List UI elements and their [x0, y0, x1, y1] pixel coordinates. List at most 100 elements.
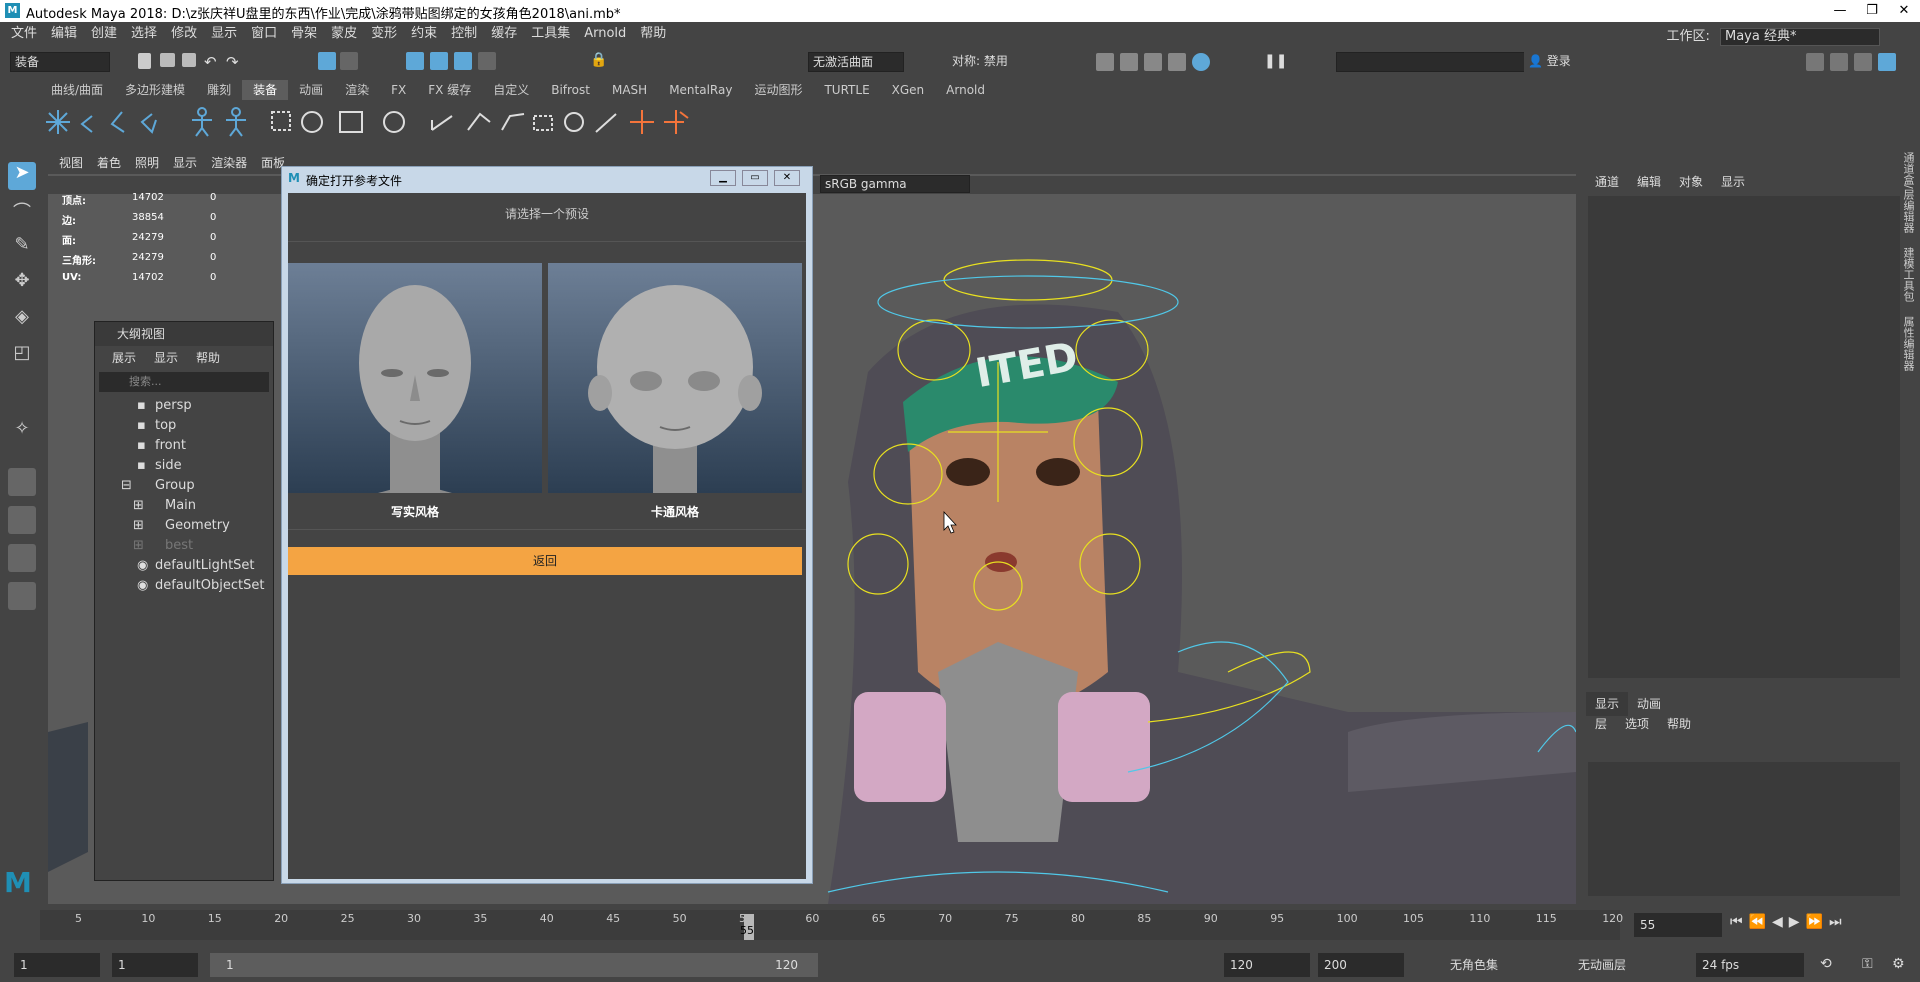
pause-icon[interactable]: ❚❚ — [1264, 53, 1287, 71]
outliner-node-best[interactable]: best — [165, 538, 193, 553]
menu-help[interactable]: 帮助 — [633, 22, 673, 46]
shelf-tab-rendering[interactable]: 渲染 — [334, 80, 380, 100]
menu-constrain[interactable]: 约束 — [404, 22, 444, 46]
outliner-node-default-object-set[interactable]: defaultObjectSet — [155, 578, 264, 593]
command-input[interactable] — [1336, 52, 1532, 72]
modeling-toolkit-icon[interactable] — [1806, 53, 1824, 71]
layer-menu-layers[interactable]: 层 — [1586, 712, 1616, 736]
color-space-dropdown[interactable]: sRGB gamma — [820, 175, 970, 193]
expand-icon[interactable]: ⊞ — [133, 538, 144, 553]
persp-outliner-layout-icon[interactable] — [8, 582, 36, 610]
outliner-node-front[interactable]: front — [155, 438, 186, 453]
viewport-menu-show[interactable]: 显示 — [166, 152, 204, 174]
cartoon-preset-thumbnail[interactable] — [548, 263, 802, 493]
maximize-button[interactable]: ❐ — [1854, 1, 1890, 21]
menu-windows[interactable]: 窗口 — [244, 22, 284, 46]
auto-key-icon[interactable]: ⚿ — [1862, 956, 1873, 972]
dialog-minimize-button[interactable]: ▁ — [710, 170, 736, 186]
select-by-object-icon[interactable] — [340, 52, 358, 70]
workspace-dropdown[interactable]: Maya 经典* — [1720, 27, 1880, 46]
back-button[interactable]: 返回 — [288, 547, 802, 575]
login-dropdown[interactable]: 👤 登录 — [1524, 52, 1644, 72]
layer-menu-options[interactable]: 选项 — [1616, 712, 1658, 736]
playback-buttons[interactable]: ⏮⏪◀▶⏩⏭ — [1730, 914, 1848, 930]
menu-select[interactable]: 选择 — [124, 22, 164, 46]
channel-menu-show[interactable]: 显示 — [1712, 170, 1754, 194]
layer-menu-help[interactable]: 帮助 — [1658, 712, 1700, 736]
outliner-node-side[interactable]: side — [155, 458, 182, 473]
menu-display[interactable]: 显示 — [204, 22, 244, 46]
menu-create[interactable]: 创建 — [84, 22, 124, 46]
shelf-tab-xgen[interactable]: XGen — [881, 80, 936, 100]
open-scene-icon[interactable] — [160, 53, 175, 67]
menu-cache[interactable]: 缓存 — [484, 22, 524, 46]
menu-deform[interactable]: 变形 — [364, 22, 404, 46]
close-button[interactable]: ✕ — [1886, 1, 1920, 21]
realistic-preset-thumbnail[interactable] — [288, 263, 542, 493]
select-tool-icon[interactable]: ➤ — [8, 162, 36, 190]
preferences-icon[interactable]: ⚙ — [1892, 956, 1905, 972]
ipr-render-icon[interactable] — [1144, 53, 1162, 71]
shelf-tab-custom[interactable]: 自定义 — [482, 80, 540, 100]
expand-icon[interactable]: ⊞ — [133, 498, 144, 513]
playback-end-field[interactable]: 120 — [1224, 953, 1310, 977]
last-tool-icon[interactable]: ✧ — [8, 418, 36, 446]
outliner-node-top[interactable]: top — [155, 418, 176, 433]
outliner-menu-help[interactable]: 帮助 — [187, 346, 229, 370]
snap-grid-icon[interactable] — [406, 52, 424, 70]
shelf-tab-bifrost[interactable]: Bifrost — [540, 80, 601, 100]
shelf-tab-arnold[interactable]: Arnold — [935, 80, 996, 100]
symmetry-dropdown[interactable]: 对称: 禁用 — [948, 52, 1048, 72]
render-settings-icon[interactable] — [1168, 53, 1186, 71]
channel-menu-object[interactable]: 对象 — [1670, 170, 1712, 194]
live-surface-field[interactable]: 无激活曲面 — [808, 52, 904, 72]
channel-box-icon[interactable] — [1878, 53, 1896, 71]
expand-icon[interactable]: ⊞ — [133, 518, 144, 533]
viewport-menu-renderer[interactable]: 渲染器 — [204, 152, 254, 174]
viewport-menu-shading[interactable]: 着色 — [90, 152, 128, 174]
fps-dropdown[interactable]: 24 fps — [1696, 953, 1804, 977]
anim-layer-dropdown[interactable]: 无动画层 — [1572, 953, 1672, 977]
menu-skeleton[interactable]: 骨架 — [284, 22, 324, 46]
lock-icon[interactable]: 🔒 — [590, 52, 608, 70]
realistic-preset-label[interactable]: 写实风格 — [288, 503, 542, 520]
time-slider[interactable]: 5 10 15 20 25 30 35 40 45 50 55 60 65 70 75 80 85 90 95 100… — [40, 910, 1623, 940]
redo-icon[interactable]: ↷ — [226, 53, 244, 71]
channel-menu-channels[interactable]: 通道 — [1586, 170, 1628, 194]
snap-view-plane-icon[interactable] — [478, 52, 496, 70]
paint-select-icon[interactable]: ✎ — [8, 234, 36, 262]
scene-start-field[interactable]: 1 — [14, 953, 100, 977]
character-set-dropdown[interactable]: 无角色集 — [1444, 953, 1544, 977]
menu-arnold[interactable]: Arnold — [577, 22, 633, 46]
side-tab-modeling-toolkit[interactable]: 建模工具包 — [1900, 247, 1916, 302]
outliner-node-geometry[interactable]: Geometry — [165, 518, 230, 533]
tool-settings-icon[interactable] — [1854, 53, 1872, 71]
menu-modify[interactable]: 修改 — [164, 22, 204, 46]
side-tab-attribute-editor[interactable]: 属性编辑器 — [1900, 316, 1916, 371]
expand-icon[interactable]: ⊟ — [121, 478, 132, 493]
shelf-tab-animation[interactable]: 动画 — [288, 80, 334, 100]
range-slider[interactable]: 1 120 — [210, 953, 818, 977]
undo-icon[interactable]: ↶ — [204, 53, 222, 71]
menu-file[interactable]: 文件 — [4, 22, 44, 46]
shelf-tab-rigging[interactable]: 装备 — [242, 80, 289, 100]
shelf-tab-curves[interactable]: 曲线/曲面 — [40, 80, 114, 100]
cartoon-preset-label[interactable]: 卡通风格 — [548, 503, 802, 520]
render-current-icon[interactable] — [1120, 53, 1138, 71]
shelf-tab-fx-cache[interactable]: FX 缓存 — [417, 80, 482, 100]
playback-start-field[interactable]: 1 — [112, 953, 198, 977]
viewport-menu-lighting[interactable]: 照明 — [128, 152, 166, 174]
outliner-menu-display[interactable]: 显示 — [145, 346, 187, 370]
outliner-node-group[interactable]: Group — [155, 478, 195, 493]
menu-toolsets[interactable]: 工具集 — [524, 22, 577, 46]
menu-skin[interactable]: 蒙皮 — [324, 22, 364, 46]
shelf-tab-mentalray[interactable]: MentalRay — [658, 80, 743, 100]
hypershade-icon[interactable] — [1192, 53, 1210, 71]
snap-point-icon[interactable] — [454, 52, 472, 70]
side-tab-channel-box[interactable]: 通道盒/层编辑器 — [1900, 152, 1916, 233]
menu-control[interactable]: 控制 — [444, 22, 484, 46]
attribute-editor-icon[interactable] — [1830, 53, 1848, 71]
menu-edit[interactable]: 编辑 — [44, 22, 84, 46]
channel-box-area[interactable] — [1588, 196, 1900, 678]
move-tool-icon[interactable]: ✥ — [8, 270, 36, 298]
